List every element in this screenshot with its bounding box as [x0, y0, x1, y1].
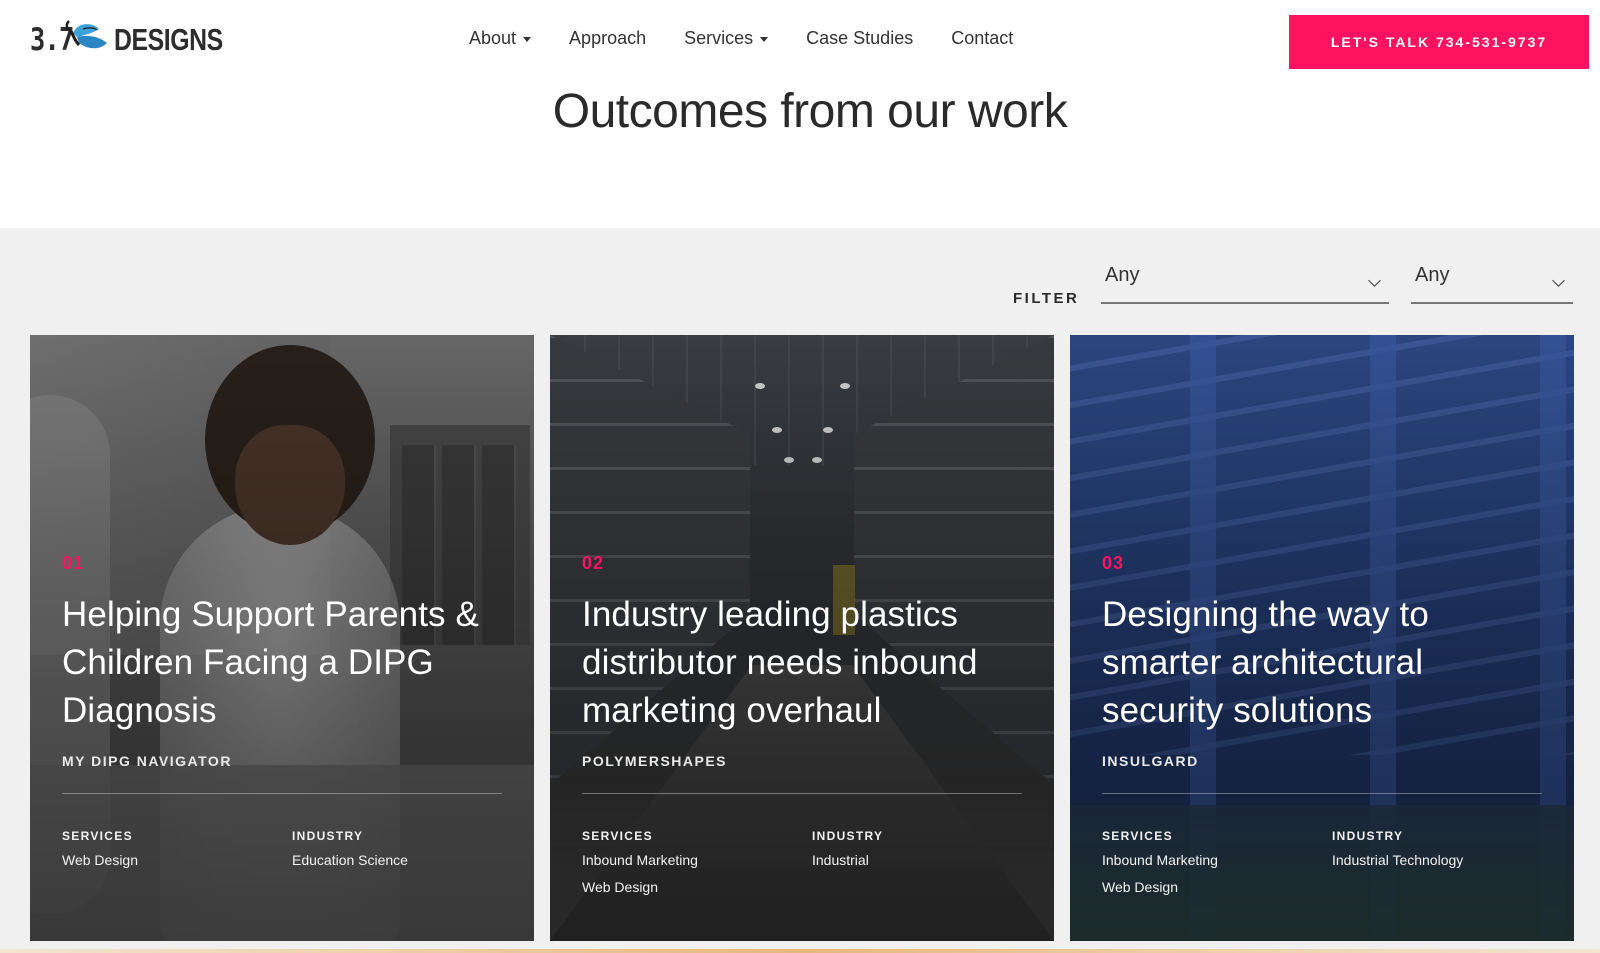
- service-value: Web Design: [582, 879, 659, 895]
- butterfly-icon: [65, 20, 107, 49]
- filter-label: FILTER: [1013, 290, 1080, 307]
- case-number: 03: [1102, 553, 1125, 573]
- nav-item-label: About: [469, 28, 517, 48]
- case-client: MY DIPG NAVIGATOR: [62, 753, 232, 769]
- page-title: Outcomes from our work: [552, 85, 1068, 138]
- industry-heading: INDUSTRY: [1332, 829, 1404, 843]
- site-header: 3.7 DESIGNS About Approach Services Case…: [0, 0, 1600, 84]
- industry-heading: INDUSTRY: [812, 829, 884, 843]
- divider: [62, 793, 502, 794]
- caret-down-icon: [760, 37, 769, 42]
- main-nav: About Approach Services Case Studies Con…: [469, 28, 1051, 49]
- services-heading: SERVICES: [62, 829, 133, 843]
- case-client: INSULGARD: [1102, 753, 1199, 769]
- chevron-down-icon: [1552, 274, 1565, 287]
- services-heading: SERVICES: [582, 829, 653, 843]
- case-title: Industry leading plastics distributor ne…: [582, 595, 978, 730]
- nav-item-about[interactable]: About: [469, 28, 532, 49]
- services-heading: SERVICES: [1102, 829, 1173, 843]
- nav-item-label: Contact: [951, 28, 1014, 48]
- service-value: Web Design: [1102, 879, 1179, 895]
- case-study-card-3[interactable]: 03 Designing the way to smarter architec…: [1070, 335, 1574, 941]
- logo-text-designs: DESIGNS: [114, 22, 223, 57]
- caret-down-icon: [523, 37, 532, 42]
- case-number: 02: [582, 553, 605, 573]
- nav-item-services[interactable]: Services: [684, 28, 769, 49]
- select-value: Any: [1415, 264, 1450, 286]
- industry-value: Education Science: [292, 852, 408, 868]
- lets-talk-button[interactable]: LET'S TALK 734-531-9737: [1289, 15, 1589, 69]
- bottom-strip: [0, 949, 1600, 953]
- industry-heading: INDUSTRY: [292, 829, 364, 843]
- industry-value: Industrial: [812, 852, 869, 868]
- divider: [1102, 793, 1542, 794]
- case-study-card-2[interactable]: 02 Industry leading plastics distributor…: [550, 335, 1054, 941]
- case-study-card-1[interactable]: 01 Helping Support Parents & Children Fa…: [30, 335, 534, 941]
- case-number: 01: [62, 553, 85, 573]
- service-value: Inbound Marketing: [1102, 852, 1218, 868]
- nav-item-case-studies[interactable]: Case Studies: [806, 28, 913, 49]
- service-value: Web Design: [62, 852, 139, 868]
- logo[interactable]: 3.7 DESIGNS: [30, 18, 223, 62]
- case-title: Helping Support Parents & Children Facin…: [62, 595, 479, 730]
- case-client: POLYMERSHAPES: [582, 753, 728, 769]
- nav-item-label: Services: [684, 28, 754, 48]
- nav-item-approach[interactable]: Approach: [569, 28, 646, 49]
- nav-item-contact[interactable]: Contact: [951, 28, 1013, 49]
- industry-value: Industrial Technology: [1332, 852, 1464, 868]
- divider: [582, 793, 1022, 794]
- nav-item-label: Case Studies: [806, 28, 914, 48]
- nav-item-label: Approach: [569, 28, 647, 48]
- service-filter-select[interactable]: Any: [1101, 262, 1389, 304]
- case-title: Designing the way to smarter architectur…: [1102, 595, 1429, 730]
- select-value: Any: [1105, 264, 1140, 286]
- chevron-down-icon: [1368, 274, 1381, 287]
- industry-filter-select[interactable]: Any: [1411, 262, 1573, 304]
- service-value: Inbound Marketing: [582, 852, 698, 868]
